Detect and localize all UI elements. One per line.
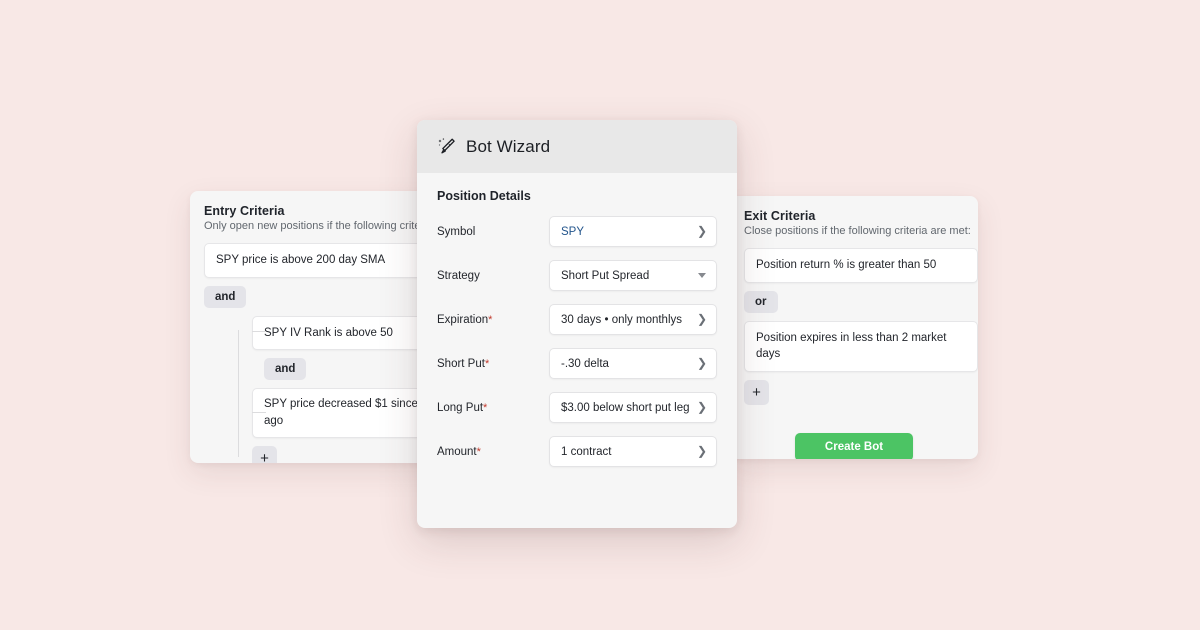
create-bot-button[interactable]: Create Bot bbox=[794, 433, 914, 459]
field-label-short-put: Short Put* bbox=[437, 357, 490, 370]
required-marker: * bbox=[484, 357, 490, 370]
short-put-value: -.30 delta bbox=[561, 357, 609, 370]
amount-value: 1 contract bbox=[561, 445, 612, 458]
tree-connector-line bbox=[252, 330, 266, 332]
bot-wizard-modal: Bot Wizard Position Details Symbol SPY ❯… bbox=[417, 120, 737, 528]
create-bot-button-wrap: Create Bot bbox=[744, 433, 964, 459]
exit-criteria-title: Exit Criteria bbox=[744, 209, 816, 223]
exit-criteria-card: Exit Criteria Close positions if the fol… bbox=[730, 196, 978, 459]
chevron-right-icon: ❯ bbox=[696, 311, 707, 326]
long-put-select[interactable]: $3.00 below short put leg ❯ bbox=[549, 392, 717, 423]
strategy-dropdown[interactable]: Short Put Spread bbox=[549, 260, 717, 291]
bot-wizard-body: Position Details Symbol SPY ❯ Strategy S… bbox=[417, 173, 737, 467]
field-label-strategy: Strategy bbox=[437, 269, 480, 282]
criteria-item[interactable]: Position return % is greater than 50 bbox=[744, 248, 978, 283]
amount-select[interactable]: 1 contract ❯ bbox=[549, 436, 717, 467]
field-strategy: Strategy Short Put Spread bbox=[437, 260, 717, 291]
app-stage: Entry Criteria Only open new positions i… bbox=[0, 0, 1200, 630]
field-label-expiration: Expiration* bbox=[437, 313, 493, 326]
field-label-amount: Amount* bbox=[437, 445, 481, 458]
chevron-down-icon bbox=[698, 273, 706, 278]
criteria-item[interactable]: Position expires in less than 2 market d… bbox=[744, 320, 978, 373]
long-put-value: $3.00 below short put leg bbox=[561, 401, 690, 414]
strategy-value: Short Put Spread bbox=[561, 269, 650, 282]
symbol-select[interactable]: SPY ❯ bbox=[549, 216, 717, 247]
logic-operator-chip[interactable]: and bbox=[204, 285, 247, 308]
field-expiration: Expiration* 30 days • only monthlys ❯ bbox=[437, 304, 717, 335]
field-short-put: Short Put* -.30 delta ❯ bbox=[437, 348, 717, 379]
bot-wizard-header: Bot Wizard bbox=[417, 120, 737, 173]
tree-connector-line bbox=[252, 411, 266, 413]
chevron-right-icon: ❯ bbox=[696, 443, 707, 458]
field-label-long-put: Long Put* bbox=[437, 401, 488, 414]
field-long-put: Long Put* $3.00 below short put leg ❯ bbox=[437, 392, 717, 423]
symbol-value: SPY bbox=[561, 225, 585, 238]
logic-operator-chip[interactable]: and bbox=[264, 358, 307, 381]
required-marker: * bbox=[488, 313, 493, 326]
chevron-right-icon: ❯ bbox=[696, 223, 707, 238]
add-criteria-button[interactable]: + bbox=[744, 380, 769, 406]
magic-wand-icon bbox=[438, 137, 455, 153]
chevron-right-icon: ❯ bbox=[696, 399, 707, 414]
expiration-value: 30 days • only monthlys bbox=[561, 313, 683, 326]
exit-criteria-subtitle: Close positions if the following criteri… bbox=[744, 225, 971, 237]
chevron-right-icon: ❯ bbox=[696, 355, 707, 370]
field-symbol: Symbol SPY ❯ bbox=[437, 216, 717, 247]
required-marker: * bbox=[483, 401, 488, 414]
required-marker: * bbox=[476, 445, 481, 458]
short-put-select[interactable]: -.30 delta ❯ bbox=[549, 348, 717, 379]
field-label-symbol: Symbol bbox=[437, 225, 476, 238]
logic-operator-chip[interactable]: or bbox=[744, 290, 778, 313]
expiration-select[interactable]: 30 days • only monthlys ❯ bbox=[549, 304, 717, 335]
exit-criteria-body: Exit Criteria Close positions if the fol… bbox=[730, 196, 978, 459]
add-criteria-button[interactable]: + bbox=[252, 445, 277, 463]
field-amount: Amount* 1 contract ❯ bbox=[437, 436, 717, 467]
bot-wizard-title: Bot Wizard bbox=[466, 136, 551, 156]
position-details-heading: Position Details bbox=[437, 189, 531, 203]
